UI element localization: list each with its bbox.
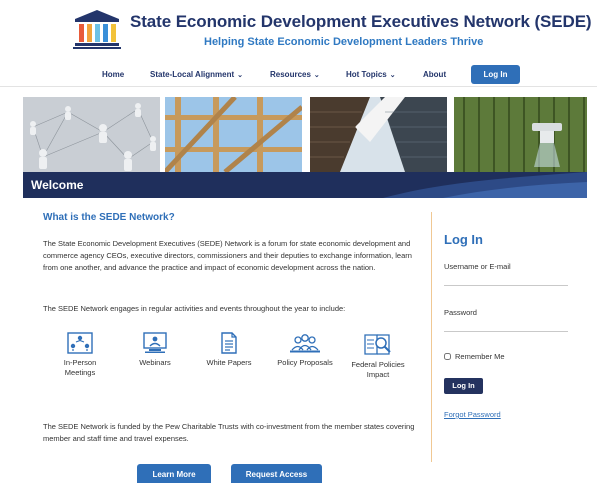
nav-item-about[interactable]: About: [423, 70, 446, 79]
site-title: State Economic Development Executives Ne…: [130, 12, 592, 31]
activity-white-papers: White Papers: [201, 332, 257, 368]
remember-me-checkbox[interactable]: [444, 353, 451, 360]
username-label: Username or E-mail: [444, 262, 511, 271]
request-access-button[interactable]: Request Access: [231, 464, 322, 483]
nav-label: Home: [102, 70, 125, 79]
nav-item-home[interactable]: Home: [102, 70, 124, 79]
password-field[interactable]: [444, 318, 568, 332]
activity-label: Policy Proposals: [277, 358, 333, 367]
activity-policy-proposals: Policy Proposals: [270, 332, 340, 368]
book-search-icon: [364, 334, 391, 355]
learn-more-button[interactable]: Learn More: [137, 464, 211, 483]
nav-label: Resources: [270, 70, 311, 79]
activity-label: Federal Policies Impact: [351, 360, 405, 379]
welcome-heading: Welcome: [31, 178, 84, 192]
nav-item-state-local-alignment[interactable]: State-Local Alignment ⌄: [150, 70, 243, 79]
activity-webinars: Webinars: [135, 332, 175, 368]
login-title: Log In: [444, 232, 483, 247]
forgot-password-link[interactable]: Forgot Password: [444, 410, 501, 419]
welcome-bar: Welcome: [23, 172, 587, 198]
nav-label: State-Local Alignment: [150, 70, 235, 79]
section-heading: What is the SEDE Network?: [43, 212, 175, 223]
nav-label: Hot Topics: [346, 70, 387, 79]
chevron-down-icon: ⌄: [237, 72, 244, 79]
password-label: Password: [444, 308, 477, 317]
skyscrapers-image: [310, 97, 447, 172]
nav-label: About: [423, 70, 447, 79]
login-panel: Log In Username or E-mail Password Remem…: [444, 232, 574, 419]
login-submit-button[interactable]: Log In: [444, 378, 483, 394]
main-nav: Home State-Local Alignment ⌄ Resources ⌄ H…: [0, 63, 597, 87]
nav-item-hot-topics[interactable]: Hot Topics ⌄: [346, 70, 396, 79]
field-drone-image: [454, 97, 587, 172]
webinar-icon: [143, 332, 167, 353]
chevron-down-icon: ⌄: [313, 72, 320, 79]
activity-in-person-meetings: In-Person Meetings: [57, 332, 103, 378]
activity-federal-policies-impact: Federal Policies Impact: [343, 332, 413, 380]
wood-framing-image: [165, 97, 302, 172]
chevron-down-icon: ⌄: [389, 72, 396, 79]
nav-login-button[interactable]: Log In: [471, 65, 520, 84]
activities-intro: The SEDE Network engages in regular acti…: [43, 304, 346, 313]
activity-label: White Papers: [206, 358, 252, 367]
intro-paragraph: The State Economic Development Executive…: [43, 239, 412, 272]
people-network-icon: [67, 332, 93, 354]
nav-item-resources[interactable]: Resources ⌄: [270, 70, 320, 79]
site-tagline: Helping State Economic Development Leade…: [204, 36, 484, 48]
network-people-image: [23, 97, 160, 172]
site-header: State Economic Development Executives Ne…: [0, 0, 597, 60]
username-field[interactable]: [444, 272, 568, 286]
hero-banner: Welcome: [23, 97, 587, 198]
activity-label: Webinars: [139, 358, 171, 367]
capitol-logo-icon[interactable]: [72, 8, 122, 50]
remember-me-label: Remember Me: [455, 352, 505, 361]
group-icon: [290, 334, 320, 353]
document-icon: [221, 332, 237, 354]
remember-me[interactable]: Remember Me: [444, 352, 505, 361]
funding-paragraph: The SEDE Network is funded by the Pew Ch…: [43, 422, 415, 443]
activity-label: In-Person Meetings: [63, 358, 97, 377]
sidebar-divider: [431, 212, 432, 462]
